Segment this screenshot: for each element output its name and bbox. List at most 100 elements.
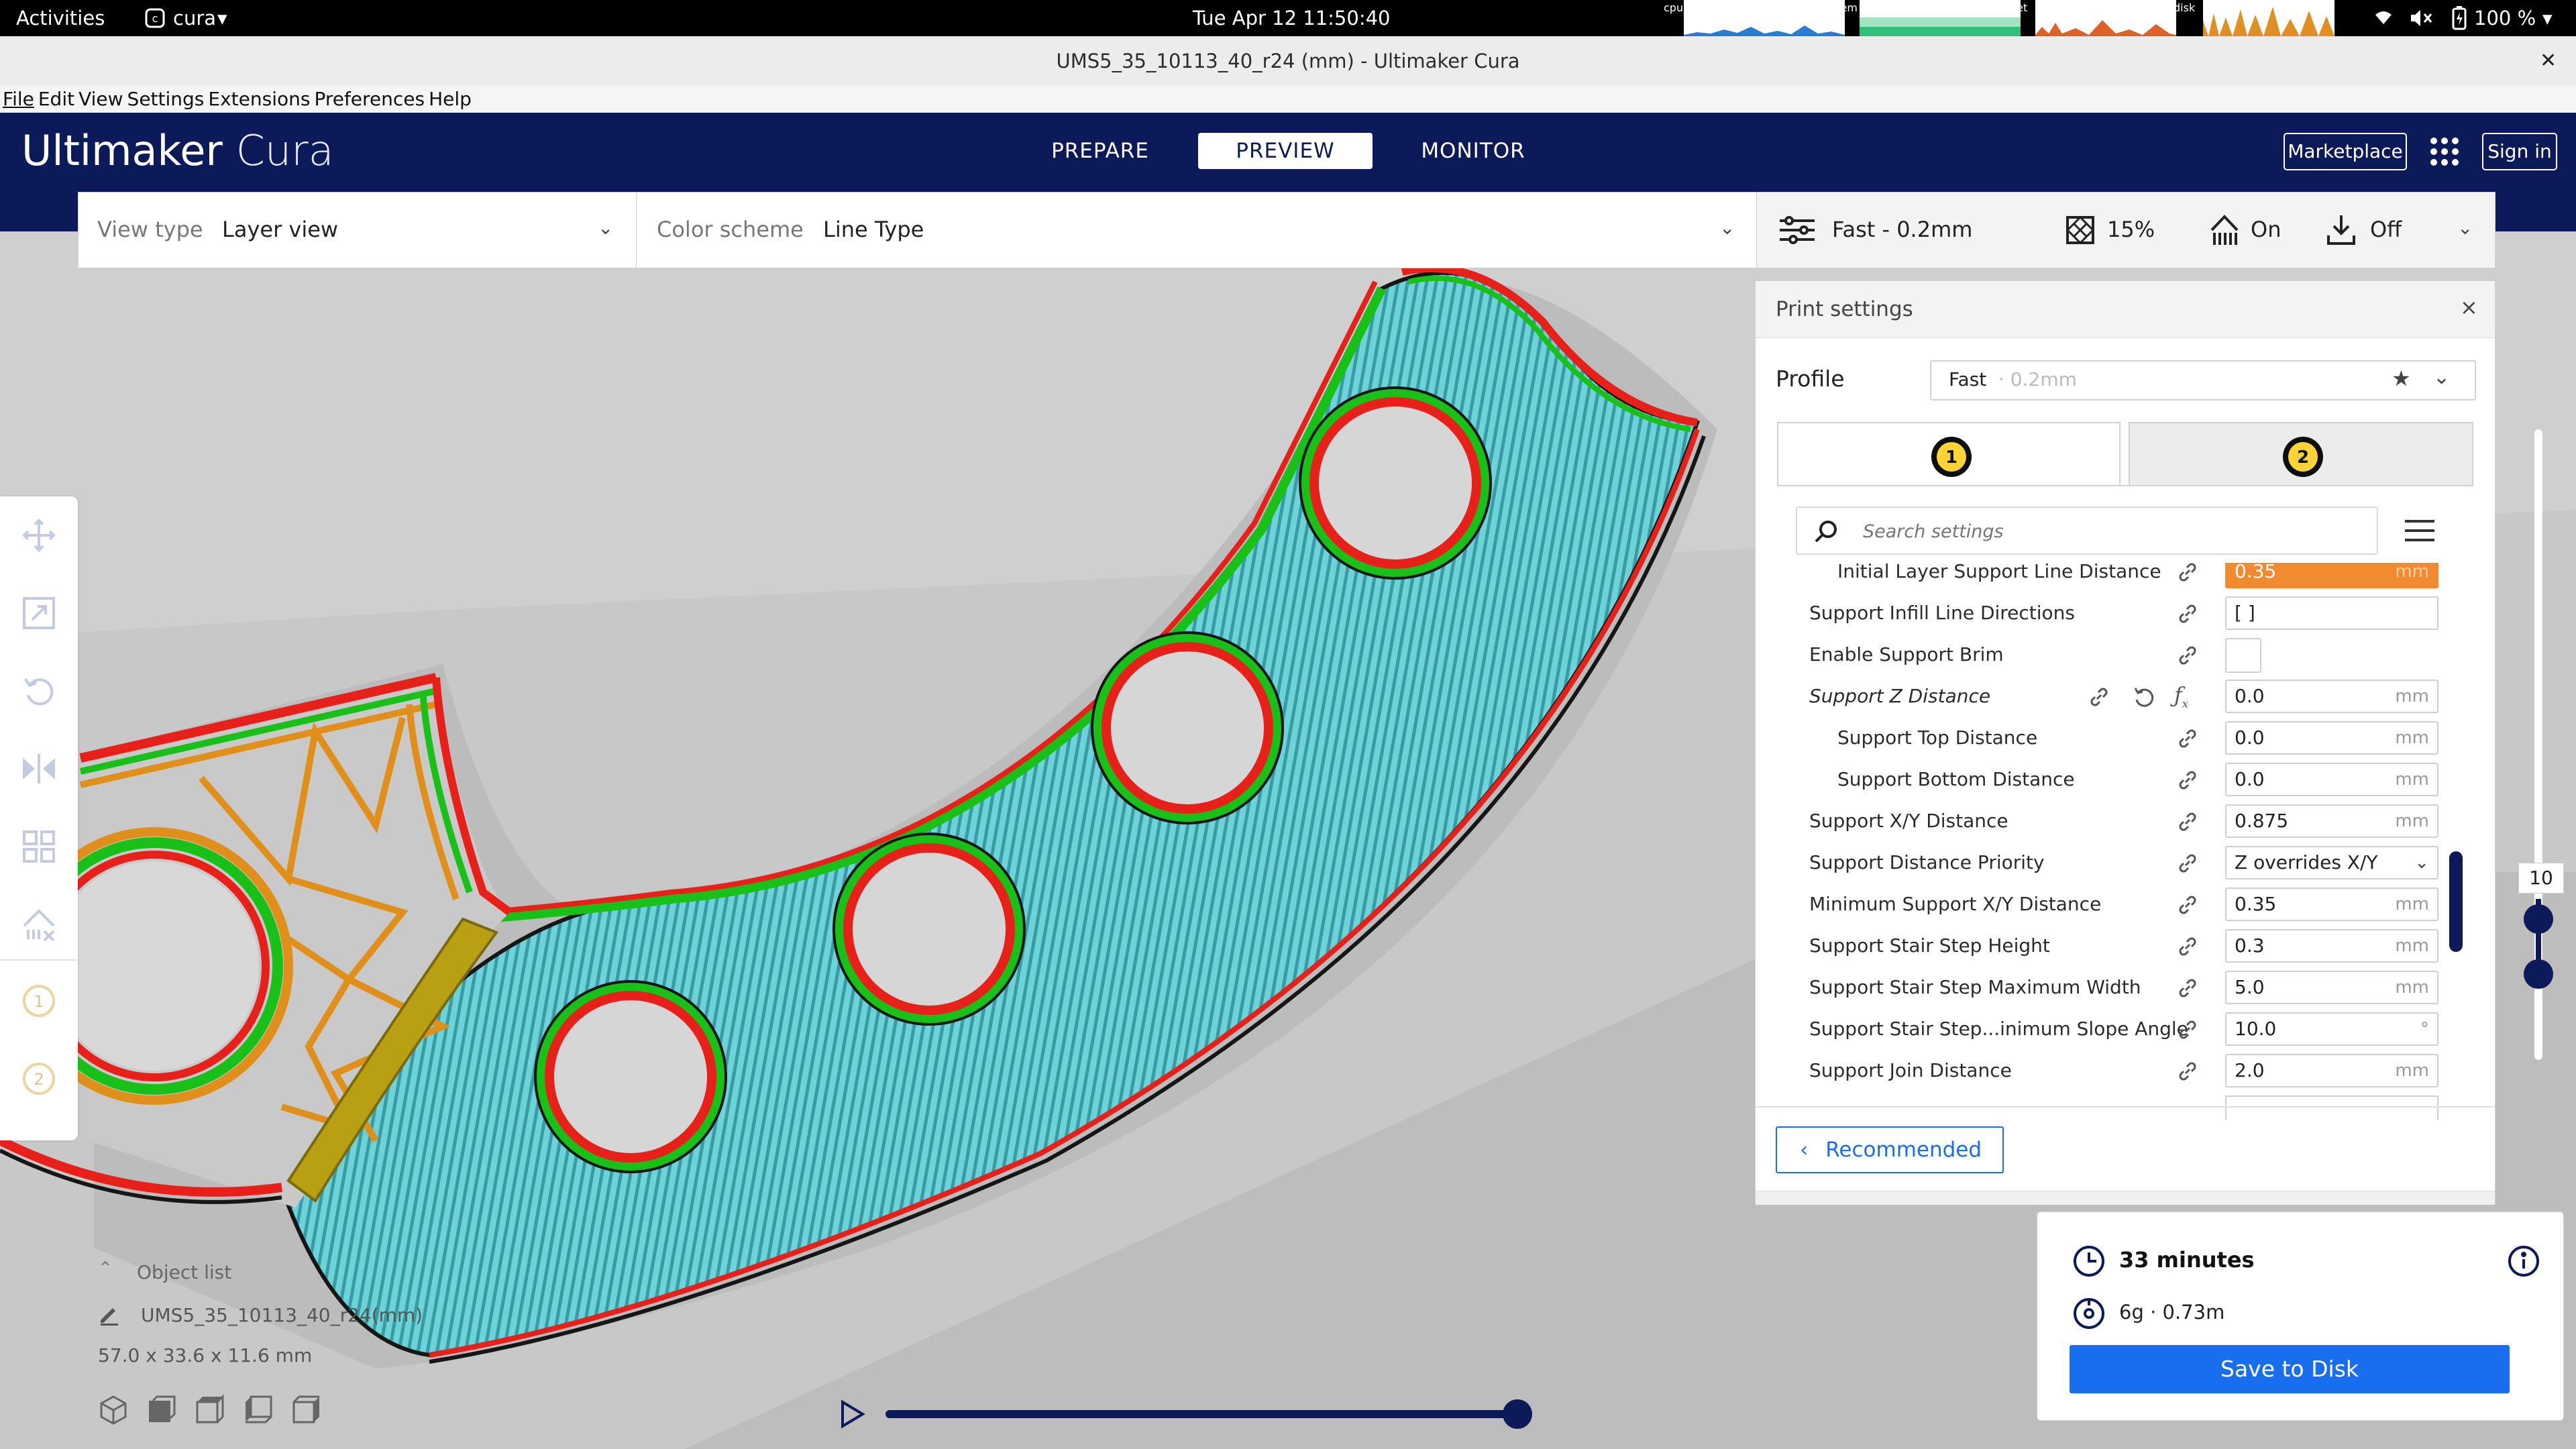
layer-slider-top-handle[interactable] [2524,904,2553,934]
formula-icon[interactable]: ƒx [2174,682,2188,710]
setting-name: Support Distance Priority [1809,851,2045,873]
setting-field[interactable]: 2.0 mm [2225,1054,2438,1087]
save-to-disk-button[interactable]: Save to Disk [2070,1345,2510,1393]
layer-slider-bottom-handle[interactable] [2524,959,2553,989]
setting-name: Minimum Support X/Y Distance [1809,893,2102,915]
per-model-settings-icon[interactable] [20,828,58,865]
reset-icon[interactable] [2131,685,2155,709]
right-view-icon[interactable] [291,1394,322,1425]
pencil-icon[interactable] [98,1303,121,1326]
svg-text:1: 1 [1945,447,1957,468]
brand-name: Ultimaker [21,126,223,175]
volume-muted-icon[interactable] [2408,0,2434,36]
search-input[interactable] [1862,516,2334,547]
wifi-icon[interactable] [2373,0,2394,36]
setting-row-support-top-distance: Support Top Distance 0.0 mm [1756,717,2495,759]
link-icon [2088,686,2110,708]
settings-menu-icon[interactable] [2404,515,2436,547]
search-box[interactable] [1796,506,2378,555]
color-scheme-chevron-icon[interactable]: ⌄ [1719,217,1735,239]
setting-row-support-xy-distance: Support X/Y Distance 0.875 mm [1756,800,2495,842]
print-setup-selector[interactable]: Fast - 0.2mm 15% On Off ⌄ [1756,192,2496,268]
top-view-icon[interactable] [195,1394,225,1425]
simulation-slider-track[interactable] [885,1410,1529,1418]
recommended-button[interactable]: ‹ Recommended [1776,1126,2004,1173]
setting-name: Initial Layer Support Line Distance [1837,563,2161,582]
object-list-title[interactable]: Object list [137,1261,231,1283]
system-menu-chevron-icon[interactable]: ▾ [2542,0,2553,36]
profile-layer-height: · 0.2mm [1998,368,2077,390]
view-type-chevron-icon[interactable]: ⌄ [598,217,613,239]
close-icon[interactable]: × [2460,294,2478,320]
3d-view-icon[interactable] [98,1394,129,1425]
object-list-chevron-icon[interactable]: ⌃ [98,1258,113,1279]
menu-file[interactable]: File [3,86,34,113]
setting-field[interactable]: 0.875 mm [2225,804,2438,838]
favorite-star-icon[interactable]: ★ [2392,366,2411,391]
activities-button[interactable]: Activities [16,0,105,36]
view-type-select[interactable]: Layer view [222,217,338,242]
app-menu-label[interactable]: cura [173,0,216,36]
extruder-tab-1[interactable]: 1 [1777,422,2121,486]
extruder-tab-2[interactable]: 2 [2129,422,2473,486]
simulation-slider-handle[interactable] [1503,1399,1532,1429]
setting-field[interactable]: 5.0 mm [2225,971,2438,1004]
apps-grid-icon[interactable] [2428,136,2461,168]
system-top-bar: Activities c cura ▾ Tue Apr 12 11:50:40 … [0,0,2576,36]
enable-support-brim-checkbox[interactable] [2225,638,2261,673]
setting-field[interactable]: 0.35 mm [2225,563,2438,588]
color-scheme-label: Color scheme [657,217,804,242]
menu-extensions[interactable]: Extensions [208,86,310,113]
tab-preview[interactable]: PREVIEW [1198,133,1373,169]
support-blocker-icon[interactable] [20,906,58,943]
battery-percentage[interactable]: 100 % [2474,0,2536,36]
menu-settings[interactable]: Settings [127,86,205,113]
scale-tool-icon[interactable] [20,594,58,632]
window-close-button[interactable]: ✕ [2540,36,2557,86]
color-scheme-select[interactable]: Line Type [823,217,924,242]
panel-resize-handle[interactable] [1756,1191,2495,1205]
print-setup-chevron-icon[interactable]: ⌄ [2457,217,2473,239]
profile-chevron-icon[interactable]: ⌄ [2433,366,2450,389]
setting-name: Support Join Distance [1809,1059,2012,1081]
tab-prepare[interactable]: PREPARE [1033,133,1167,169]
move-tool-icon[interactable] [20,517,58,554]
current-layer-label[interactable]: 10 [2518,863,2564,894]
svg-text:2: 2 [34,1070,44,1089]
clock[interactable]: Tue Apr 12 11:50:40 [1193,0,1391,36]
extruder-1-icon[interactable]: 1 [20,982,58,1020]
setting-field[interactable]: 10.0 ° [2225,1012,2438,1046]
rotate-tool-icon[interactable] [20,672,58,710]
setting-field[interactable]: 0.0 mm [2225,680,2438,713]
marketplace-button[interactable]: Marketplace [2284,133,2407,170]
front-view-icon[interactable] [146,1394,177,1425]
menu-view[interactable]: View [78,86,123,113]
setting-field[interactable]: [ ] [2225,596,2438,630]
svg-text:c: c [152,12,158,25]
app-menu-icon[interactable]: c [144,0,166,36]
tab-monitor[interactable]: MONITOR [1406,133,1540,169]
setting-field[interactable]: 0.0 mm [2225,721,2438,755]
tab-divider [1777,485,2473,486]
sign-in-button[interactable]: Sign in [2482,133,2557,170]
setting-field[interactable]: 0.0 mm [2225,763,2438,796]
setting-dropdown[interactable]: Z overrides X/Y ⌄ [2225,846,2438,879]
setting-row-support-stair-step-minimum-slope-angle: Support Stair Step...inimum Slope Angle … [1756,1008,2495,1050]
setting-field[interactable]: 0.3 mm [2225,929,2438,963]
app-menu-chevron-icon[interactable]: ▾ [217,0,227,36]
link-icon [2177,728,2198,749]
info-icon[interactable] [2507,1244,2540,1278]
menu-preferences[interactable]: Preferences [314,86,425,113]
settings-scrollbar-thumb[interactable] [2449,851,2463,952]
settings-list[interactable]: Initial Layer Support Line Distance 0.35… [1756,563,2495,1120]
menu-edit[interactable]: Edit [38,86,74,113]
profile-select[interactable]: Fast · 0.2mm ★ ⌄ [1930,360,2476,400]
extruder-2-icon[interactable]: 2 [20,1060,58,1097]
setting-row-support-z-distance: Support Z Distance ƒx 0.0 mm [1756,676,2495,717]
setting-field[interactable]: 0.35 mm [2225,888,2438,921]
play-icon[interactable] [839,1399,865,1429]
menu-help[interactable]: Help [429,86,472,113]
battery-icon[interactable] [2450,0,2469,36]
mirror-tool-icon[interactable] [20,750,58,788]
left-view-icon[interactable] [243,1394,274,1425]
